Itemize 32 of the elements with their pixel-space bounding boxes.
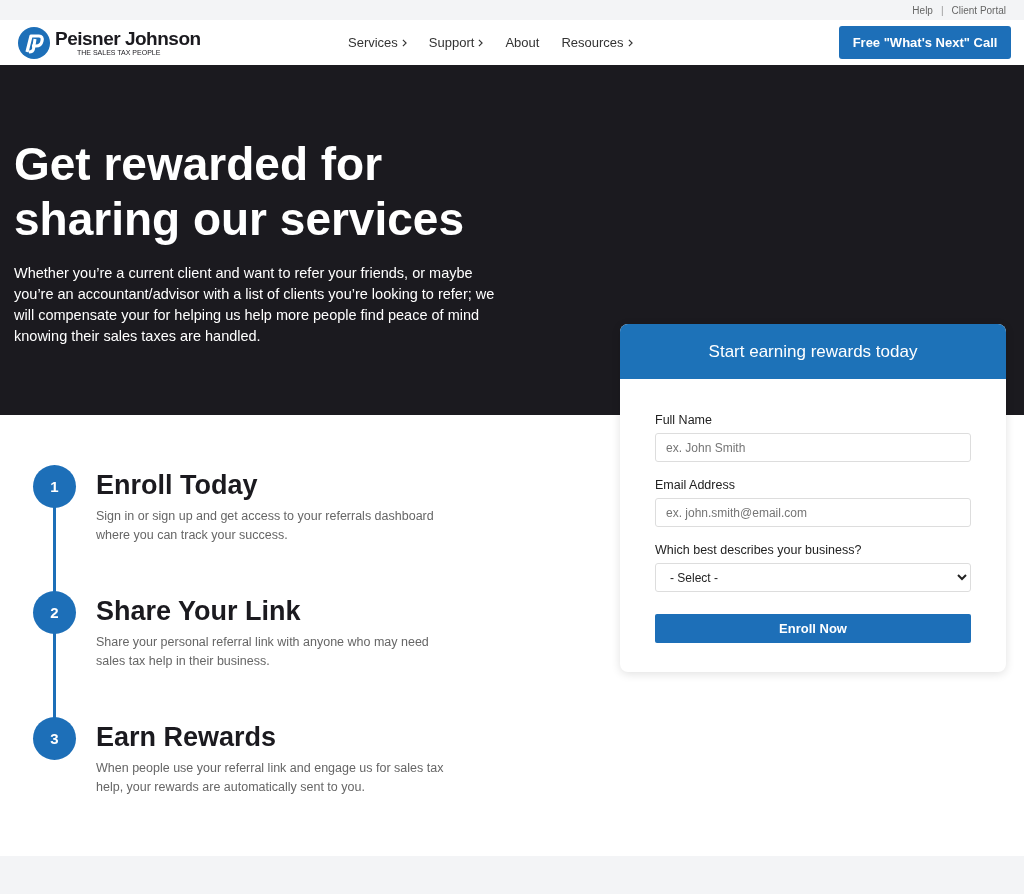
step-title: Enroll Today — [96, 469, 259, 501]
hero-text: Whether you’re a current client and want to refer your friends, or maybe you’re an accountant/advisor with a list of clients you’re looking to refer; we will compensate your for helping us help more people find peace of mind knowing their sales taxes are handled. — [14, 264, 496, 346]
step-text: When people use your referral link and engage us for sales tax help, your rewards are automatically sent to you. — [96, 760, 445, 796]
nav-link[interactable]: About — [505, 35, 540, 50]
select-field[interactable]: - Select - — [655, 563, 971, 592]
nav-link[interactable]: Resources — [561, 35, 633, 50]
enroll-button[interactable]: Enroll Now — [655, 614, 971, 643]
input-field[interactable]: ex. John Smith — [655, 433, 971, 462]
step-text: Sign in or sign up and get access to your referrals dashboard where you can track your success. — [96, 508, 435, 544]
utility-link[interactable]: Client Portal — [951, 4, 1006, 16]
input-field[interactable]: ex. john.smith@email.com — [655, 498, 971, 527]
nav-link[interactable]: Support — [428, 35, 484, 50]
nav-link[interactable]: Services — [348, 35, 407, 50]
card-title: Start earning rewards today — [620, 324, 1006, 379]
logo-icon — [18, 26, 50, 59]
chevron-icon — [401, 38, 407, 47]
step-number: 1 — [33, 465, 76, 508]
hero-title: Get rewarded for sharing our services — [14, 137, 465, 247]
chevron-icon — [478, 38, 484, 47]
field-label: Which best describes your business? — [655, 543, 863, 557]
step-number: 3 — [33, 717, 76, 760]
step-title: Share Your Link — [96, 595, 302, 627]
field-label: Email Address — [655, 478, 736, 492]
step-number: 2 — [33, 591, 76, 634]
call-button[interactable]: Free "What's Next" Call — [839, 26, 1011, 59]
logo-name: Peisner Johnson — [55, 29, 201, 48]
chevron-icon — [627, 38, 633, 47]
utility-link[interactable]: Help — [912, 4, 933, 16]
field-label: Full Name — [655, 413, 713, 427]
step-text: Share your personal referral link with anyone who may need sales tax help in their business. — [96, 634, 430, 670]
step-title: Earn Rewards — [96, 721, 278, 753]
separator: | — [940, 4, 944, 16]
